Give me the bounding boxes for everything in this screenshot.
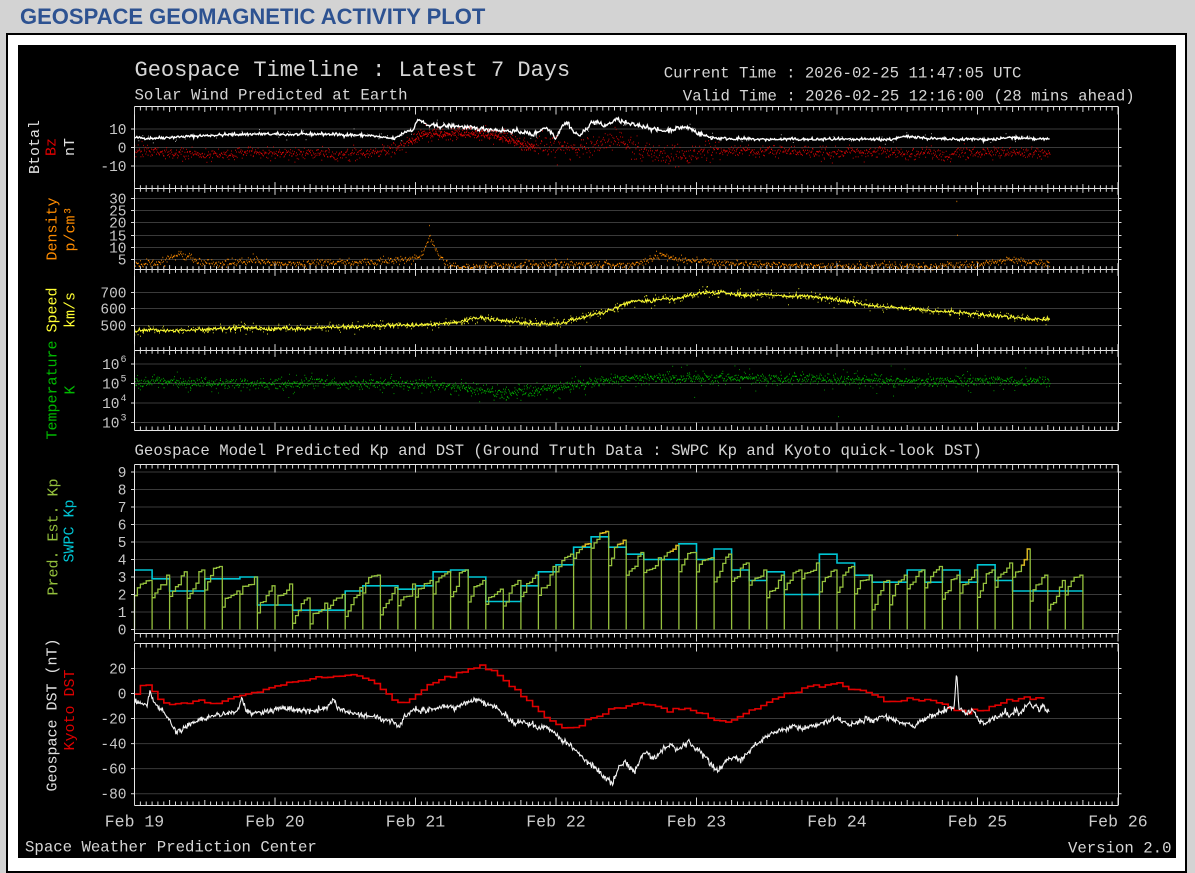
svg-text:7: 7 <box>118 501 127 517</box>
svg-text:10: 10 <box>102 397 119 413</box>
svg-text:3: 3 <box>118 571 127 587</box>
svg-text:5: 5 <box>118 536 127 552</box>
svg-text:Feb 21: Feb 21 <box>386 813 446 832</box>
svg-text:3: 3 <box>121 414 127 425</box>
svg-text:0: 0 <box>118 142 127 158</box>
svg-text:10: 10 <box>109 123 126 139</box>
svg-text:Density: Density <box>45 197 62 260</box>
svg-text:Feb 26: Feb 26 <box>1088 813 1147 832</box>
svg-text:-40: -40 <box>100 738 126 754</box>
svg-text:4: 4 <box>118 554 127 570</box>
svg-text:-80: -80 <box>100 788 126 804</box>
svg-text:10: 10 <box>102 417 119 433</box>
svg-text:5: 5 <box>121 375 127 386</box>
svg-text:km/s: km/s <box>63 292 80 328</box>
svg-text:Feb 25: Feb 25 <box>948 813 1007 832</box>
svg-text:Solar Wind Predicted at Earth: Solar Wind Predicted at Earth <box>135 87 408 105</box>
svg-text:20: 20 <box>109 662 126 678</box>
svg-text:0: 0 <box>118 688 127 704</box>
svg-text:5: 5 <box>118 254 127 270</box>
svg-text:-60: -60 <box>100 763 126 779</box>
svg-text:Speed: Speed <box>45 287 62 332</box>
svg-text:8: 8 <box>118 484 127 500</box>
svg-text:4: 4 <box>121 394 127 405</box>
svg-text:6: 6 <box>118 519 127 535</box>
svg-text:1: 1 <box>118 606 127 622</box>
svg-text:600: 600 <box>100 303 126 319</box>
svg-text:Feb 24: Feb 24 <box>807 813 867 832</box>
svg-text:Bz: Bz <box>44 138 61 156</box>
svg-text:SWPC Kp: SWPC Kp <box>62 499 79 562</box>
svg-text:Space Weather Prediction Cente: Space Weather Prediction Center <box>25 839 317 857</box>
svg-text:K: K <box>63 385 80 394</box>
svg-text:Feb 23: Feb 23 <box>667 813 726 832</box>
svg-text:500: 500 <box>100 320 126 336</box>
svg-text:2: 2 <box>118 589 127 605</box>
svg-text:10: 10 <box>102 358 119 374</box>
svg-text:Kyoto DST: Kyoto DST <box>62 669 79 750</box>
svg-text:Pred. Est. Kp: Pred. Est. Kp <box>46 478 63 595</box>
svg-text:Feb 20: Feb 20 <box>245 813 304 832</box>
svg-text:p/cm³: p/cm³ <box>63 206 80 251</box>
svg-text:Geospace Model Predicted Kp an: Geospace Model Predicted Kp and DST (Gro… <box>135 442 982 460</box>
svg-text:9: 9 <box>118 466 127 482</box>
svg-text:Geospace Timeline : Latest 7 D: Geospace Timeline : Latest 7 Days <box>135 58 571 83</box>
svg-text:0: 0 <box>118 624 127 640</box>
svg-text:Feb 22: Feb 22 <box>526 813 585 832</box>
svg-text:Version 2.0: Version 2.0 <box>1068 840 1172 858</box>
svg-text:Feb 19: Feb 19 <box>105 813 164 832</box>
svg-text:10: 10 <box>102 378 119 394</box>
svg-text:700: 700 <box>100 287 126 303</box>
svg-text:Geospace DST (nT): Geospace DST (nT) <box>45 638 62 791</box>
svg-text:nT: nT <box>62 138 79 156</box>
svg-text:Btotal: Btotal <box>27 120 44 174</box>
svg-text:-20: -20 <box>100 713 126 729</box>
svg-text:Valid Time : 2026-02-25 12:16:: Valid Time : 2026-02-25 12:16:00 (28 min… <box>683 88 1135 106</box>
svg-text:6: 6 <box>121 355 127 366</box>
svg-text:-10: -10 <box>100 160 126 176</box>
svg-text:Temperature: Temperature <box>45 340 62 439</box>
svg-text:Current Time : 2026-02-25 11:4: Current Time : 2026-02-25 11:47:05 UTC <box>664 65 1022 83</box>
